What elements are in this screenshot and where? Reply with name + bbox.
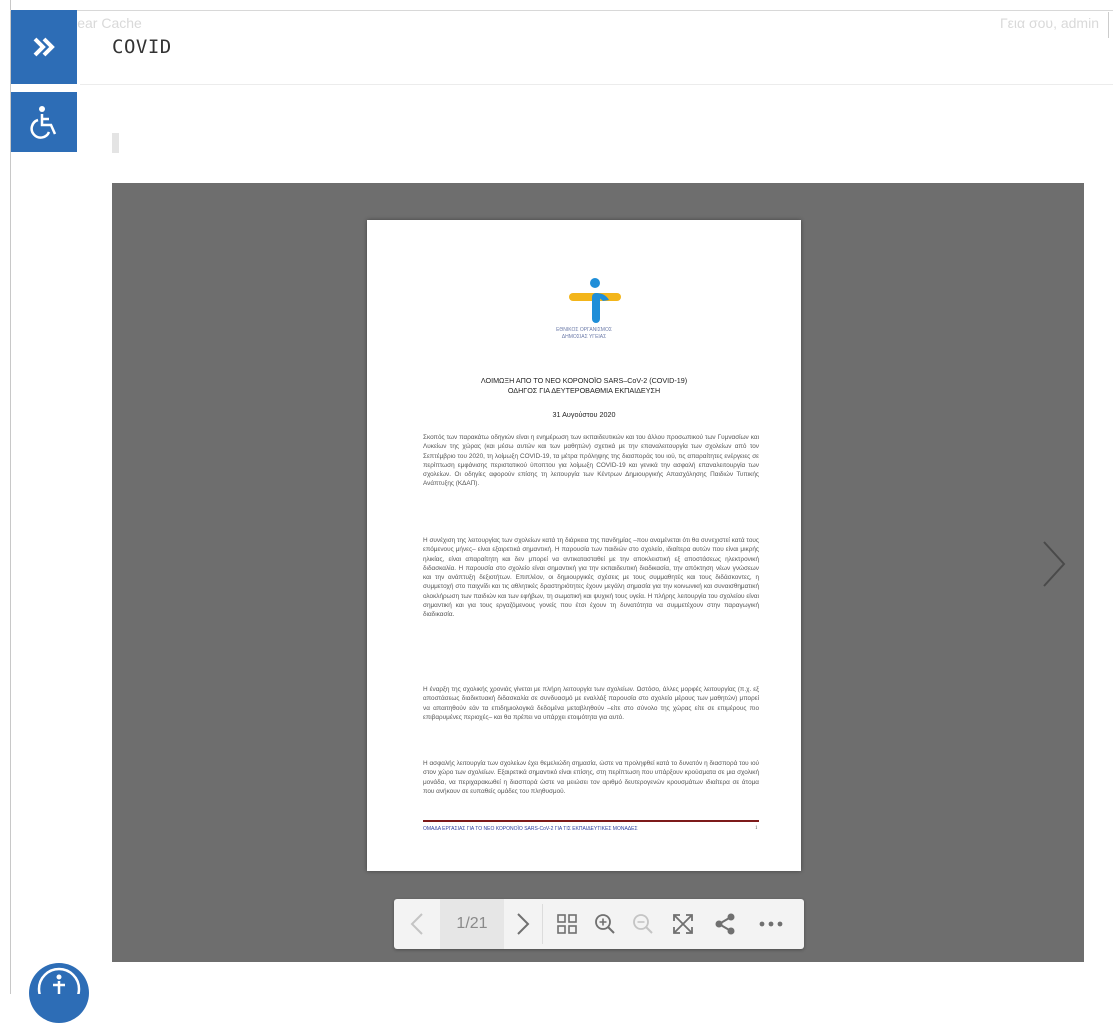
next-page-icon bbox=[517, 913, 530, 935]
admin-greeting[interactable]: Γεια σου, admin bbox=[1000, 15, 1099, 31]
document-footer-rule bbox=[423, 820, 759, 822]
prev-page-button[interactable] bbox=[394, 899, 440, 949]
pdf-viewer[interactable]: ΕΘΝΙΚΟΣ ΟΡΓΑΝΙΣΜΟΣ ΔΗΜΟΣΙΑΣ ΥΓΕΙΑΣ ΛΟΙΜΩ… bbox=[112, 183, 1084, 962]
fullscreen-button[interactable] bbox=[662, 899, 704, 949]
admin-bar-border bbox=[10, 10, 1113, 11]
document-title: ΛΟΙΜΩΞΗ ΑΠΟ ΤΟ ΝΕΟ ΚΟΡΟΝΟΪΟ SARS–CoV-2 (… bbox=[367, 376, 801, 396]
sidebar-expand-button[interactable] bbox=[11, 10, 77, 84]
logo-caption-line2: ΔΗΜΟΣΙΑΣ ΥΓΕΙΑΣ bbox=[561, 334, 607, 340]
zoom-in-button[interactable] bbox=[586, 899, 624, 949]
content-heading-placeholder bbox=[112, 133, 119, 153]
document-paragraph-2: Η συνέχιση της λειτουργίας των σχολείων … bbox=[423, 537, 759, 619]
document-title-line1: ΛΟΙΜΩΞΗ ΑΠΟ ΤΟ ΝΕΟ ΚΟΡΟΝΟΪΟ SARS–CoV-2 (… bbox=[480, 376, 688, 385]
zoom-out-icon bbox=[633, 914, 653, 934]
zoom-out-button[interactable] bbox=[624, 899, 662, 949]
more-options-button[interactable] bbox=[746, 899, 796, 949]
document-logo-caption: ΕΘΝΙΚΟΣ ΟΡΓΑΝΙΣΜΟΣ ΔΗΜΟΣΙΑΣ ΥΓΕΙΑΣ bbox=[367, 327, 801, 341]
document-paragraph-4: Η ασφαλής λειτουργία των σχολείων έχει θ… bbox=[423, 760, 759, 795]
grid-view-button[interactable] bbox=[548, 899, 586, 949]
prev-page-icon bbox=[410, 913, 423, 935]
document-page: ΕΘΝΙΚΟΣ ΟΡΓΑΝΙΣΜΟΣ ΔΗΜΟΣΙΑΣ ΥΓΕΙΑΣ ΛΟΙΜΩ… bbox=[367, 220, 801, 871]
document-page-number: 1 bbox=[755, 826, 758, 831]
logo-caption-line1: ΕΘΝΙΚΟΣ ΟΡΓΑΝΙΣΜΟΣ bbox=[556, 327, 612, 333]
page-indicator[interactable]: 1/21 bbox=[440, 899, 504, 949]
accessibility-widget-button[interactable] bbox=[29, 963, 89, 1023]
header-divider bbox=[80, 84, 1113, 85]
document-paragraph-1: Σκοπός των παρακάτω οδηγιών είναι η ενημ… bbox=[423, 434, 759, 488]
accessibility-widget-icon bbox=[37, 967, 81, 1011]
document-date: 31 Αυγούστου 2020 bbox=[552, 410, 616, 419]
page-count-text: 1/21 bbox=[456, 915, 488, 932]
next-page-arrow-icon[interactable] bbox=[1041, 539, 1067, 589]
document-footer: ΟΜΑΔΑ ΕΡΓΑΣΙΑΣ ΓΙΑ ΤΟ ΝΕΟ ΚΟΡΟΝΟΪΟ SARS-… bbox=[423, 826, 638, 832]
document-title-line2: ΟΔΗΓΟΣ ΓΙΑ ΔΕΥΤΕΡΟΒΑΘΜΙΑ ΕΚΠΑΙΔΕΥΣΗ bbox=[507, 386, 661, 395]
accessibility-button[interactable] bbox=[11, 92, 77, 152]
page-title: COVID bbox=[112, 36, 172, 58]
more-icon bbox=[759, 921, 783, 927]
next-page-button[interactable] bbox=[504, 899, 542, 949]
zoom-in-icon bbox=[595, 914, 615, 934]
document-paragraph-3: Η έναρξη της σχολικής χρονιάς γίνεται με… bbox=[423, 686, 759, 721]
toolbar-separator bbox=[542, 904, 543, 944]
share-button[interactable] bbox=[704, 899, 746, 949]
wheelchair-icon bbox=[30, 106, 57, 139]
share-icon bbox=[715, 913, 735, 935]
fullscreen-icon bbox=[673, 914, 693, 934]
admin-bar-edge bbox=[1108, 12, 1109, 38]
grid-view-icon bbox=[557, 914, 577, 934]
double-chevron-right-icon bbox=[33, 37, 55, 57]
viewer-toolbar: 1/21 bbox=[394, 899, 804, 949]
